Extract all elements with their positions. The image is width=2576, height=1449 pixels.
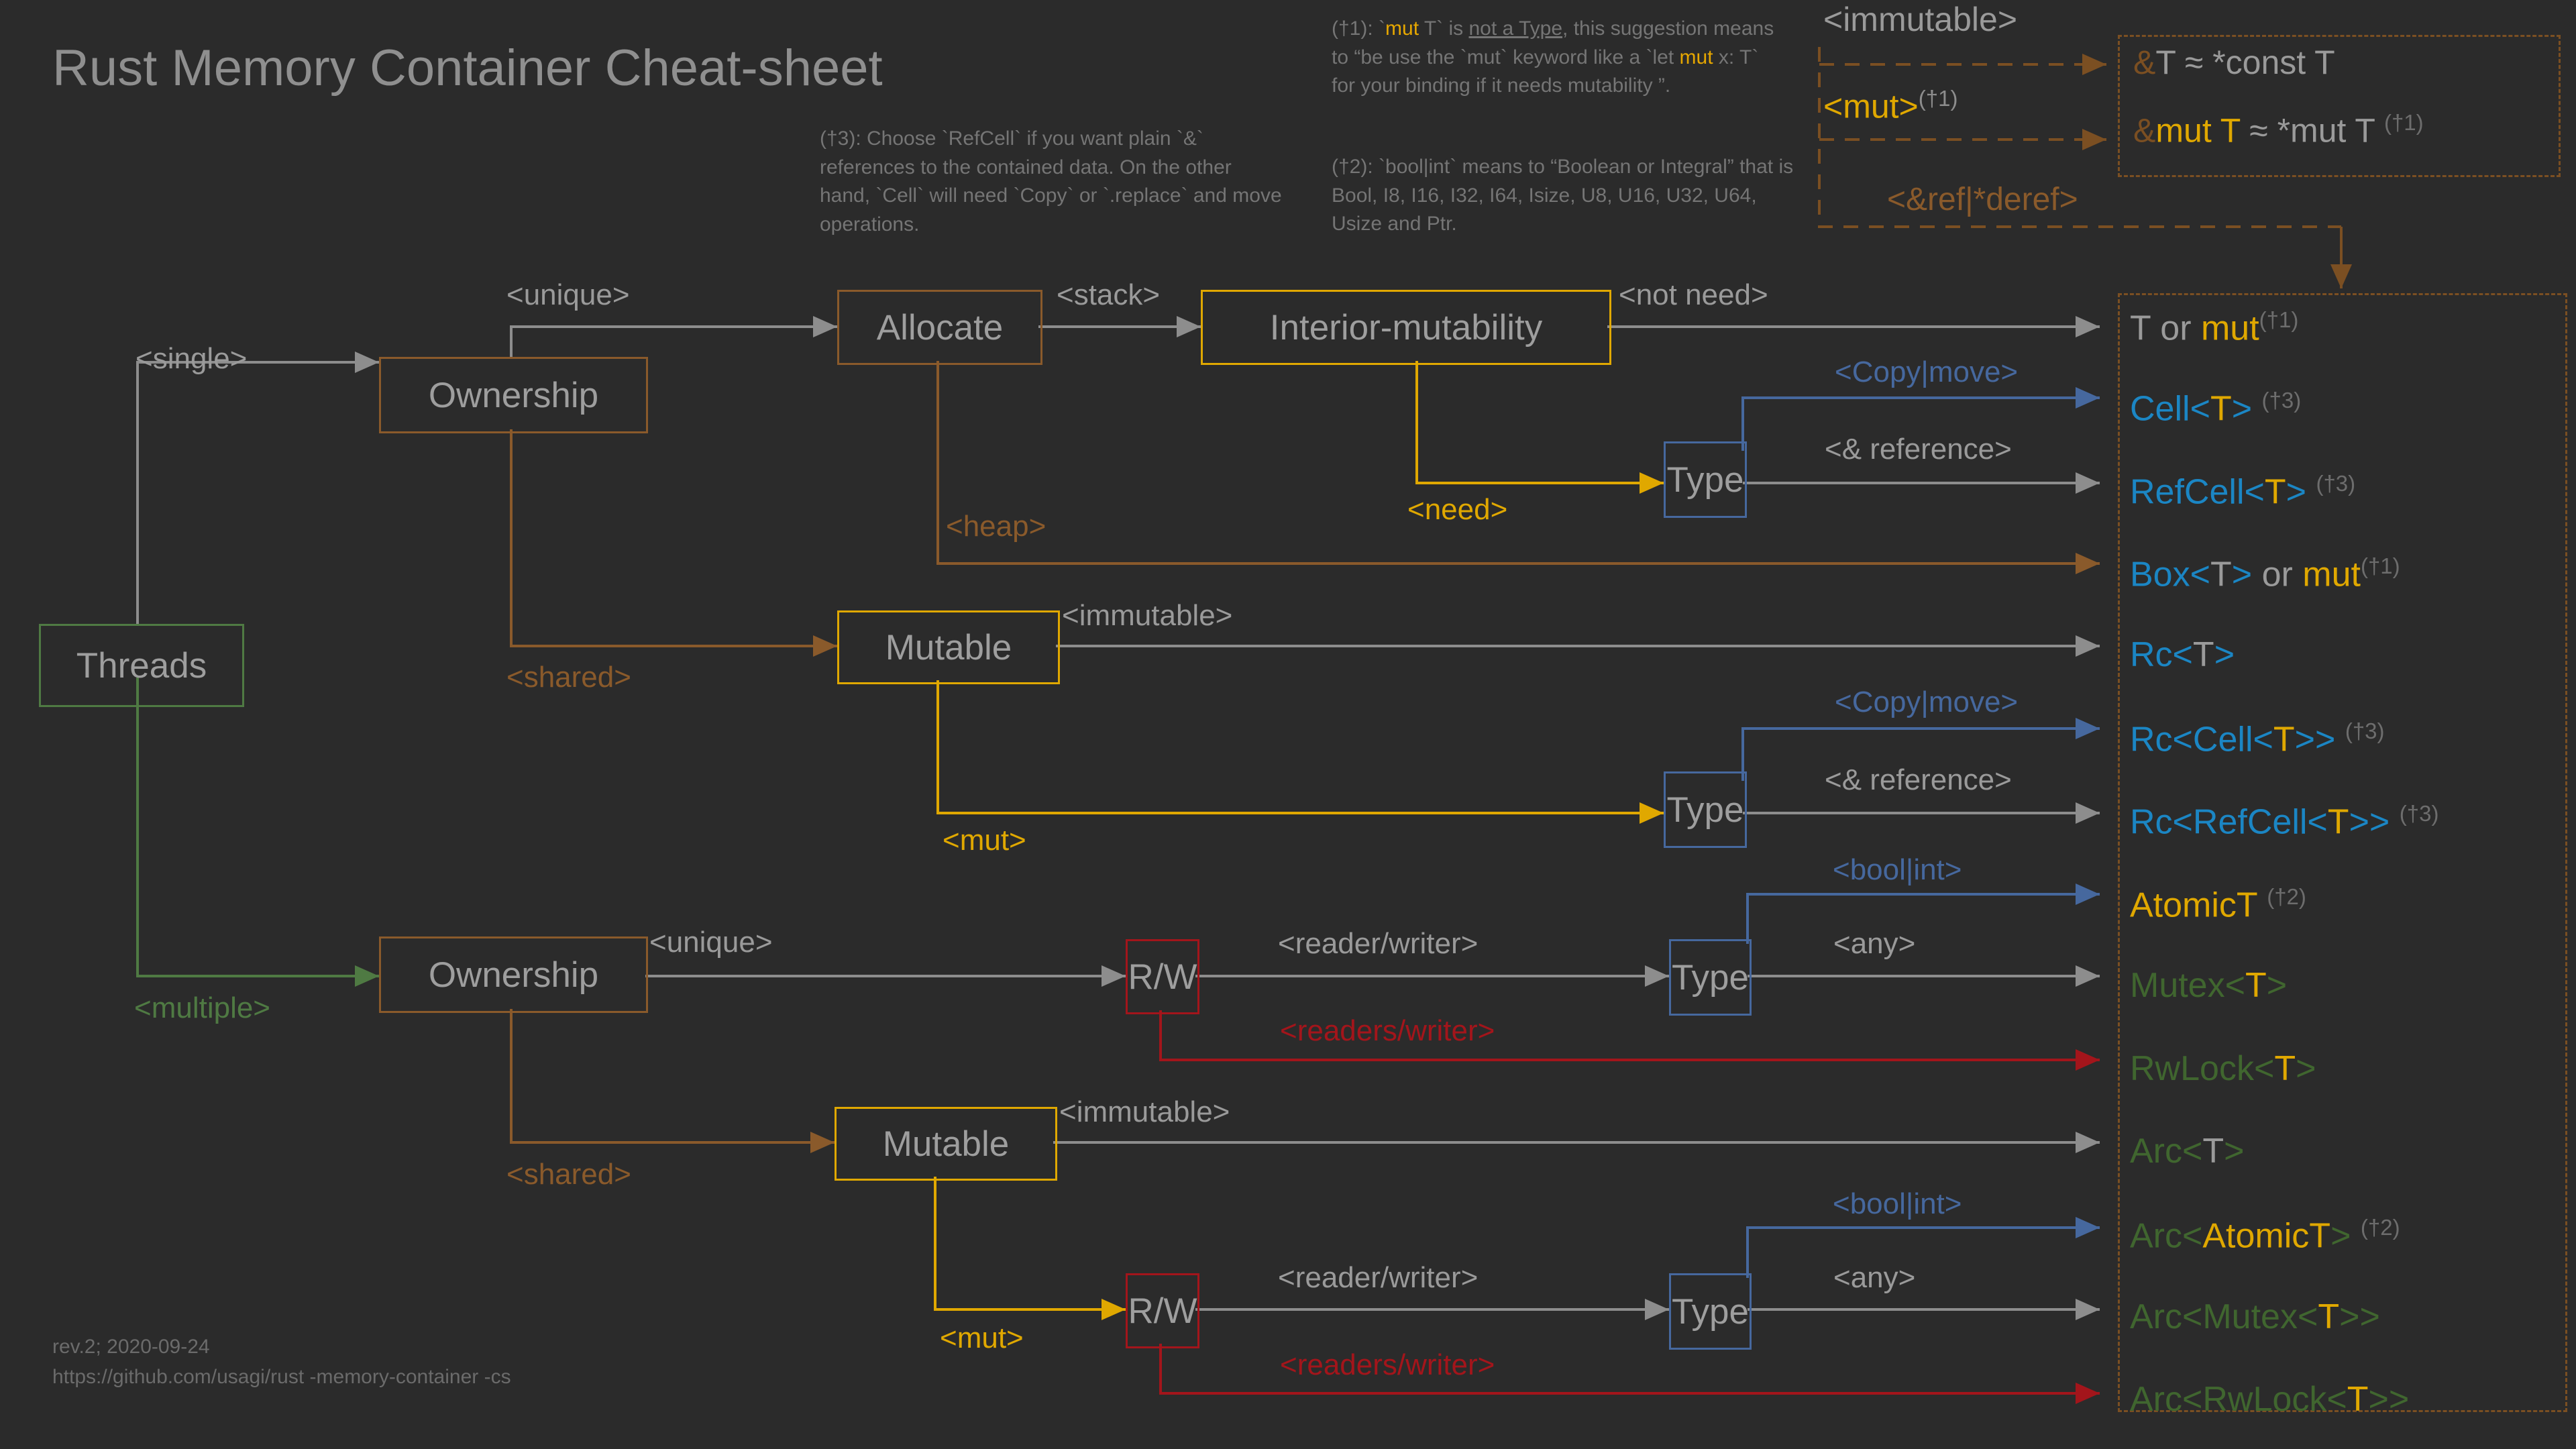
footer-url[interactable]: https://github.com/usagi/rust -memory-co… (52, 1362, 511, 1392)
edge-label-reader-writer-1: <reader/writer> (1278, 927, 1479, 960)
node-label: Ownership (428, 375, 599, 415)
edge-label-copy-move-1: <Copy|move> (1835, 356, 2019, 388)
node-allocate[interactable]: Allocate (837, 290, 1042, 365)
node-type-interior[interactable]: Type (1664, 441, 1747, 518)
result-arc: Arc<T> (2130, 1132, 2245, 1171)
result-arc-mutex: Arc<Mutex<T>> (2130, 1297, 2380, 1336)
legend-row-mut-ref: &mut T ≈ *mut T (†1) (2133, 110, 2424, 150)
edge-label-readers-writer-1: <readers/writer> (1280, 1014, 1495, 1047)
node-label: Type (1666, 460, 1744, 500)
edge-label-not-need: <not need> (1619, 278, 1768, 311)
node-interior-mutability[interactable]: Interior-mutability (1201, 290, 1611, 365)
edge-label-immutable-1: <immutable> (1062, 599, 1233, 632)
edge-label-immutable-2: <immutable> (1059, 1095, 1230, 1128)
legend-label-mut: <mut>(†1) (1823, 86, 1957, 126)
node-ownership-single[interactable]: Ownership (379, 357, 648, 433)
node-rw-unique[interactable]: R/W (1126, 939, 1199, 1014)
node-label: Type (1666, 790, 1744, 830)
edge-label-mut-1: <mut> (943, 824, 1026, 857)
edge-label-reference-1: <& reference> (1825, 433, 2012, 466)
edge-label-reference-2: <& reference> (1825, 763, 2012, 796)
edge-label-any-2: <any> (1833, 1261, 1916, 1294)
node-label: Mutable (882, 1124, 1010, 1164)
result-refcell: RefCell<T> (†3) (2130, 471, 2356, 512)
legend-mut-footnote-marker: (†1) (1918, 86, 1958, 111)
node-label: Type (1672, 957, 1749, 998)
page-title: Rust Memory Container Cheat-sheet (52, 40, 883, 97)
edge-label-mut-2: <mut> (940, 1322, 1024, 1354)
edge-label-readers-writer-2: <readers/writer> (1280, 1348, 1495, 1381)
footer: rev.2; 2020-09-24 https://github.com/usa… (52, 1332, 511, 1392)
edge-label-bool-int-1: <bool|int> (1833, 853, 1962, 886)
node-type-rw-unique[interactable]: Type (1669, 939, 1752, 1016)
node-rw-shared[interactable]: R/W (1126, 1273, 1199, 1348)
node-ownership-multiple[interactable]: Ownership (379, 936, 648, 1013)
edge-label-single: <single> (136, 342, 248, 375)
node-label: R/W (1128, 1291, 1197, 1331)
edge-label-multiple: <multiple> (134, 991, 271, 1024)
node-label: Allocate (876, 307, 1004, 347)
result-box: Box<T> or mut(†1) (2130, 553, 2400, 594)
edge-label-any-1: <any> (1833, 927, 1916, 960)
result-t-or-mut: T or mut(†1) (2130, 307, 2299, 348)
footnote-1: (†1): `mut T` is not a Type, this sugges… (1332, 17, 1774, 97)
result-rc-cell: Rc<Cell<T>> (†3) (2130, 718, 2385, 759)
edge-label-shared-top: <shared> (506, 661, 631, 694)
result-rc-refcell: Rc<RefCell<T>> (†3) (2130, 801, 2439, 842)
node-mutable-multiple[interactable]: Mutable (835, 1107, 1057, 1181)
result-arc-rwlock: Arc<RwLock<T>> (2130, 1380, 2410, 1419)
edge-label-unique-bottom: <unique> (649, 926, 773, 959)
legend-mut-text: <mut> (1823, 87, 1919, 125)
node-label: Interior-mutability (1269, 307, 1543, 347)
node-label: Threads (76, 645, 207, 686)
node-label: Type (1672, 1291, 1749, 1332)
result-arc-atomic: Arc<AtomicT> (†2) (2130, 1215, 2400, 1256)
edge-label-need: <need> (1407, 493, 1508, 526)
edge-label-heap: <heap> (946, 510, 1046, 543)
legend-label-ref-deref: <&ref|*deref> (1887, 182, 2078, 217)
cheatsheet-canvas: Rust Memory Container Cheat-sheet (†3): … (0, 0, 2576, 1449)
legend-label-immutable: <immutable> (1823, 1, 2018, 38)
node-label: Ownership (428, 955, 599, 995)
result-cell: Cell<T> (†3) (2130, 388, 2302, 429)
edge-label-reader-writer-2: <reader/writer> (1278, 1261, 1479, 1294)
edge-label-copy-move-2: <Copy|move> (1835, 686, 2019, 718)
node-label: R/W (1128, 957, 1197, 997)
footnote-2: (†2): `bool|int` means to “Boolean or In… (1332, 156, 1794, 235)
edge-label-shared-bottom: <shared> (506, 1158, 631, 1191)
edge-label-stack: <stack> (1057, 278, 1161, 311)
result-mutex: Mutex<T> (2130, 966, 2288, 1005)
node-threads[interactable]: Threads (39, 624, 244, 707)
result-rc: Rc<T> (2130, 635, 2235, 674)
edge-label-unique-top: <unique> (506, 278, 630, 311)
node-label: Mutable (885, 627, 1012, 667)
result-rwlock: RwLock<T> (2130, 1049, 2316, 1088)
result-atomic: AtomicT (†2) (2130, 884, 2306, 925)
node-type-rw-shared[interactable]: Type (1669, 1273, 1752, 1350)
edge-label-bool-int-2: <bool|int> (1833, 1187, 1962, 1220)
footer-revision: rev.2; 2020-09-24 (52, 1336, 210, 1358)
footnote-3: (†3): Choose `RefCell` if you want plain… (820, 127, 1282, 235)
legend-row-const-ref: &T ≈ *const T (2133, 44, 2335, 81)
node-type-shared[interactable]: Type (1664, 771, 1747, 848)
node-mutable-single[interactable]: Mutable (837, 610, 1060, 684)
